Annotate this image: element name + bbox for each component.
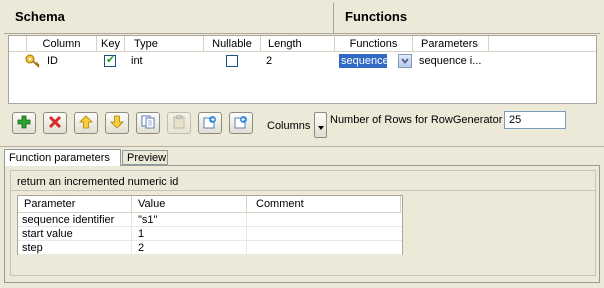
function-dropdown-button[interactable] [398, 54, 412, 68]
col-header-nullable[interactable]: Nullable [204, 36, 261, 52]
param-header-value[interactable]: Value [132, 196, 247, 213]
function-description: return an incremented numeric id [17, 176, 179, 188]
col-header-parameters[interactable]: Parameters [413, 36, 489, 52]
param-name: step [22, 242, 43, 254]
header-divider [333, 3, 334, 33]
param-value[interactable]: "s1" [134, 213, 247, 227]
move-up-button[interactable] [74, 112, 98, 134]
paste-icon [172, 114, 186, 132]
param-name: start value [22, 228, 73, 240]
tab-function-parameters[interactable]: Function parameters [4, 149, 121, 166]
remove-icon [48, 115, 62, 132]
param-header-parameter[interactable]: Parameter [18, 196, 132, 213]
col-header-functions[interactable]: Functions [335, 36, 413, 52]
param-comment[interactable] [247, 227, 401, 241]
param-value[interactable]: 2 [134, 241, 247, 255]
param-comment[interactable] [247, 213, 401, 227]
export-button[interactable] [229, 112, 253, 134]
row-type[interactable]: int [131, 53, 143, 70]
param-col-divider [246, 213, 247, 255]
param-comment[interactable] [247, 241, 401, 255]
tab-preview[interactable]: Preview [122, 150, 168, 165]
header-rule [4, 33, 600, 34]
table-row[interactable]: start value 1 [18, 227, 402, 241]
row-length[interactable]: 2 [266, 53, 272, 70]
paste-button[interactable] [167, 112, 191, 134]
add-button[interactable] [12, 112, 36, 134]
move-down-button[interactable] [105, 112, 129, 134]
param-value[interactable]: 1 [134, 227, 247, 241]
columns-dropdown-button[interactable] [314, 112, 327, 138]
schema-title: Schema [15, 9, 65, 24]
description-divider [10, 190, 596, 191]
rows-label: Number of Rows for RowGenerator [330, 114, 503, 126]
table-row[interactable]: sequence identifier "s1" [18, 213, 402, 227]
export-icon [234, 115, 248, 132]
panel-divider [0, 146, 604, 147]
columns-label: Columns [267, 120, 311, 132]
row-column-name[interactable]: ID [47, 53, 58, 70]
function-select[interactable]: sequence [339, 54, 389, 68]
import-icon [203, 115, 217, 132]
header-filler [489, 36, 596, 52]
table-row[interactable]: ID int 2 sequence sequence i... [9, 53, 489, 70]
rows-input[interactable]: 25 [504, 111, 566, 129]
parameters-table: Parameter Value Comment sequence identif… [17, 195, 403, 255]
row-parameters[interactable]: sequence i... [419, 53, 481, 70]
move-down-icon [110, 115, 124, 132]
schema-table: Column Key Type Nullable Length Function… [8, 35, 597, 104]
copy-button[interactable] [136, 112, 160, 134]
param-name: sequence identifier [22, 214, 115, 226]
col-header-column[interactable]: Column [27, 36, 97, 52]
row-nullable-checkbox[interactable] [226, 55, 238, 67]
copy-icon [141, 115, 155, 132]
header-spacer [9, 36, 27, 52]
move-up-icon [79, 114, 93, 132]
col-header-type[interactable]: Type [125, 36, 204, 52]
col-header-length[interactable]: Length [261, 36, 335, 52]
functions-title: Functions [345, 9, 408, 24]
import-button[interactable] [198, 112, 222, 134]
chevron-down-icon [317, 122, 325, 134]
row-key-checkbox[interactable] [104, 53, 116, 67]
param-col-divider [131, 213, 132, 255]
param-header-comment[interactable]: Comment [247, 196, 401, 213]
col-header-key[interactable]: Key [97, 36, 125, 52]
add-icon [17, 115, 31, 132]
key-icon [25, 54, 41, 68]
table-row[interactable]: step 2 [18, 241, 402, 255]
remove-button[interactable] [43, 112, 67, 134]
